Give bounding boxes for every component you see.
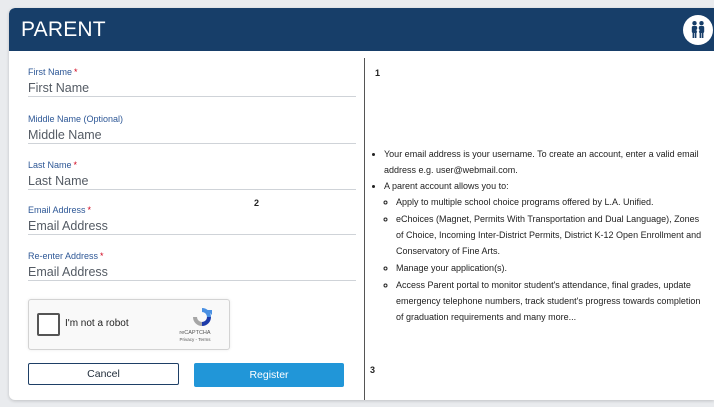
info-bullet-account-text: A parent account allows you to: [384, 181, 509, 191]
last-name-field: Last Name * [28, 160, 356, 190]
info-sublist: Apply to multiple school choice programs… [384, 194, 703, 325]
required-asterisk: * [87, 205, 92, 215]
info-list: Your email address is your username. To … [373, 146, 703, 325]
first-name-label: First Name [28, 67, 73, 77]
middle-name-field: Middle Name (Optional) [28, 114, 356, 144]
recaptcha-brand: reCAPTCHA [179, 330, 211, 336]
last-name-input[interactable] [28, 173, 356, 189]
marker-2: 2 [254, 198, 260, 208]
middle-name-input[interactable] [28, 127, 356, 143]
page-title: PARENT [21, 18, 106, 41]
info-subitem-portal: Access Parent portal to monitor student'… [396, 277, 703, 325]
email-label: Email Address [28, 205, 86, 215]
info-bullet-account: A parent account allows you to: Apply to… [384, 178, 703, 325]
info-bullet-username: Your email address is your username. To … [384, 146, 703, 178]
reenter-email-label: Re-enter Address [28, 251, 99, 261]
recaptcha-checkbox[interactable] [37, 313, 60, 336]
first-name-field: First Name * [28, 67, 356, 97]
registration-card: PARENT First Name* Middle Name (Optional… [9, 8, 714, 400]
email-field: Email Address * [28, 205, 356, 235]
register-button[interactable]: Register [194, 363, 344, 387]
required-asterisk: * [100, 251, 104, 261]
info-subitem-manage: Manage your application(s). [396, 260, 703, 276]
required-asterisk: * [73, 160, 78, 170]
page-header: PARENT [9, 8, 714, 51]
family-icon [683, 15, 713, 45]
info-subitem-apply: Apply to multiple school choice programs… [396, 194, 703, 210]
cancel-button[interactable]: Cancel [28, 363, 179, 385]
info-subitem-echoices: eChoices (Magnet, Permits With Transport… [396, 211, 703, 259]
recaptcha-icon [191, 306, 213, 333]
middle-name-label: Middle Name (Optional) [28, 114, 124, 124]
column-divider [364, 58, 365, 400]
required-asterisk: * [74, 67, 78, 77]
email-input[interactable] [28, 218, 356, 234]
reenter-email-input[interactable] [28, 264, 356, 280]
last-name-label: Last Name [28, 160, 72, 170]
marker-1: 1 [375, 68, 381, 78]
info-panel: Your email address is your username. To … [373, 146, 703, 326]
reenter-email-field: Re-enter Address * [28, 251, 356, 281]
first-name-input[interactable] [28, 80, 356, 96]
recaptcha-label: I'm not a robot [65, 318, 129, 329]
recaptcha-widget: I'm not a robot reCAPTCHA Privacy - Term… [28, 299, 230, 350]
marker-3: 3 [370, 365, 376, 375]
recaptcha-terms-link[interactable]: Privacy - Terms [165, 337, 225, 342]
